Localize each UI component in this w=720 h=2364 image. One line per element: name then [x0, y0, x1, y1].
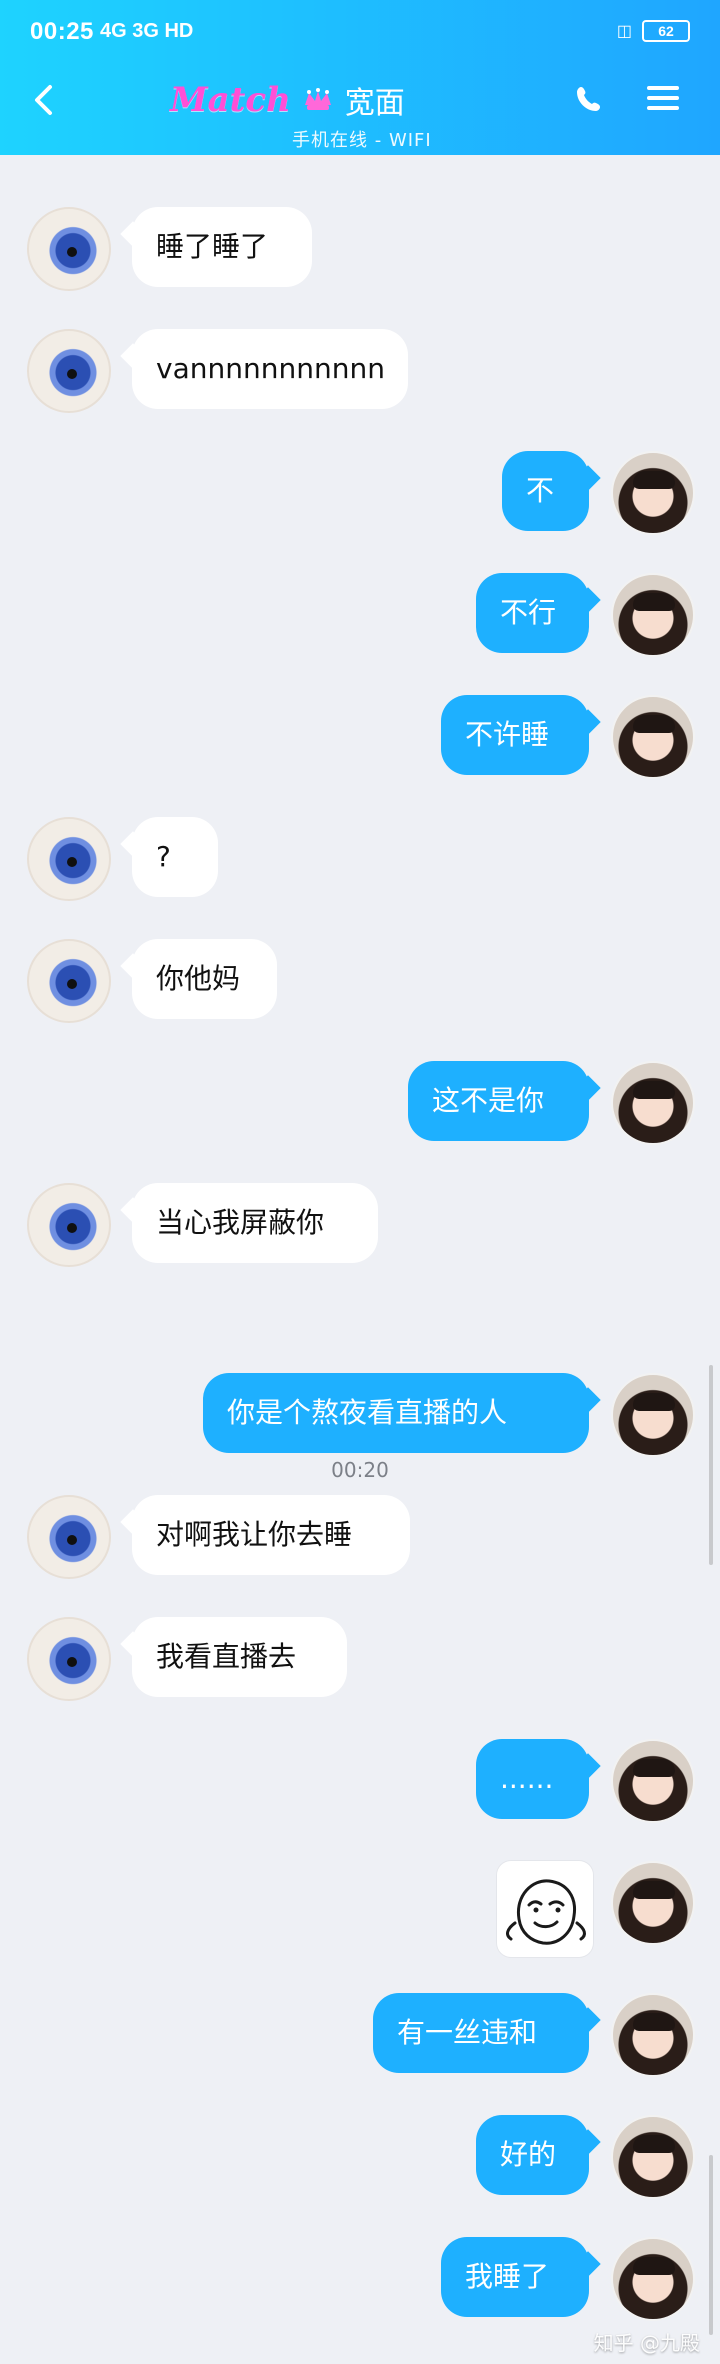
- status-bar: 00:25 4G 3G HD ◫ 62: [0, 0, 720, 60]
- message-row: 不: [0, 451, 720, 537]
- message-bubble[interactable]: 不许睡: [441, 695, 589, 775]
- contact-brand: Match 宽面: [170, 78, 405, 122]
- avatar[interactable]: [27, 207, 111, 291]
- avatar[interactable]: [611, 1993, 695, 2077]
- battery-icon: 62: [642, 20, 690, 42]
- message-bubble[interactable]: 不行: [476, 573, 589, 653]
- message-row: 睡了睡了: [0, 207, 720, 293]
- navbar: Match 宽面 手机在线 - WIFI: [0, 60, 720, 155]
- chat-header: 00:25 4G 3G HD ◫ 62 Match 宽面 手机在线 - WIFI: [0, 0, 720, 155]
- vibrate-icon: ◫: [616, 23, 632, 40]
- message-bubble[interactable]: ?: [132, 817, 218, 897]
- message-row: 好的: [0, 2115, 720, 2201]
- contact-status: 手机在线 - WIFI: [292, 130, 432, 151]
- brand-logo: Match: [170, 80, 291, 120]
- message-row: 我睡了: [0, 2237, 720, 2323]
- avatar[interactable]: [611, 1061, 695, 1145]
- message-row: [0, 1861, 720, 1961]
- message-bubble[interactable]: 你是个熬夜看直播的人: [203, 1373, 589, 1453]
- battery-indicator: ◫ 62: [617, 20, 690, 42]
- avatar[interactable]: [611, 695, 695, 779]
- smiley-sticker-icon[interactable]: [497, 1861, 593, 1957]
- avatar[interactable]: [611, 1373, 695, 1457]
- message-bubble[interactable]: 当心我屏蔽你: [132, 1183, 378, 1263]
- message-bubble[interactable]: 睡了睡了: [132, 207, 312, 287]
- menu-icon[interactable]: [645, 80, 681, 116]
- message-row: ......: [0, 1739, 720, 1825]
- message-row: 你是个熬夜看直播的人: [0, 1373, 720, 1459]
- message-row: 这不是你: [0, 1061, 720, 1147]
- message-bubble[interactable]: ......: [476, 1739, 589, 1819]
- message-bubble[interactable]: 你他妈: [132, 939, 277, 1019]
- message-row: 你他妈: [0, 939, 720, 1025]
- avatar[interactable]: [27, 1495, 111, 1579]
- network-indicator: 4G 3G HD: [100, 20, 194, 42]
- avatar[interactable]: [611, 2115, 695, 2199]
- message-row: 有一丝违和: [0, 1993, 720, 2079]
- avatar[interactable]: [27, 817, 111, 901]
- chevron-left-icon[interactable]: [25, 80, 65, 120]
- chat-thread: 睡了睡了 vannnnnnnnnnn 不 不行 不许睡 ? 你他妈 这不是你 当…: [0, 155, 720, 2364]
- message-bubble[interactable]: 好的: [476, 2115, 589, 2195]
- message-bubble[interactable]: vannnnnnnnnnn: [132, 329, 408, 409]
- message-bubble[interactable]: 对啊我让你去睡: [132, 1495, 410, 1575]
- watermark: 知乎 @九殿: [593, 2331, 700, 2355]
- battery-level: 62: [658, 23, 674, 39]
- contact-name: 宽面: [344, 86, 405, 121]
- message-bubble[interactable]: 我睡了: [441, 2237, 589, 2317]
- message-row: ?: [0, 817, 720, 903]
- avatar[interactable]: [27, 329, 111, 413]
- message-row: 我看直播去: [0, 1617, 720, 1703]
- message-row: 不许睡: [0, 695, 720, 781]
- avatar[interactable]: [27, 939, 111, 1023]
- avatar[interactable]: [611, 451, 695, 535]
- message-bubble[interactable]: 有一丝违和: [373, 1993, 589, 2073]
- avatar[interactable]: [611, 2237, 695, 2321]
- scrollbar[interactable]: [709, 1365, 713, 1565]
- phone-icon[interactable]: [570, 80, 608, 118]
- avatar[interactable]: [27, 1183, 111, 1267]
- message-bubble[interactable]: 我看直播去: [132, 1617, 347, 1697]
- status-time: 00:25: [30, 18, 94, 45]
- message-bubble[interactable]: 不: [502, 451, 589, 531]
- message-row: 不行: [0, 573, 720, 659]
- avatar[interactable]: [611, 1861, 695, 1945]
- message-bubble[interactable]: 这不是你: [408, 1061, 589, 1141]
- message-row: vannnnnnnnnnn: [0, 329, 720, 415]
- message-row: 当心我屏蔽你: [0, 1183, 720, 1269]
- avatar[interactable]: [27, 1617, 111, 1701]
- scrollbar[interactable]: [709, 2155, 713, 2335]
- avatar[interactable]: [611, 1739, 695, 1823]
- message-timestamp: 00:20: [331, 1458, 389, 1482]
- crown-icon: [304, 88, 331, 110]
- smiley-sticker-face: [506, 1879, 586, 1945]
- avatar[interactable]: [611, 573, 695, 657]
- message-row: 对啊我让你去睡: [0, 1495, 720, 1581]
